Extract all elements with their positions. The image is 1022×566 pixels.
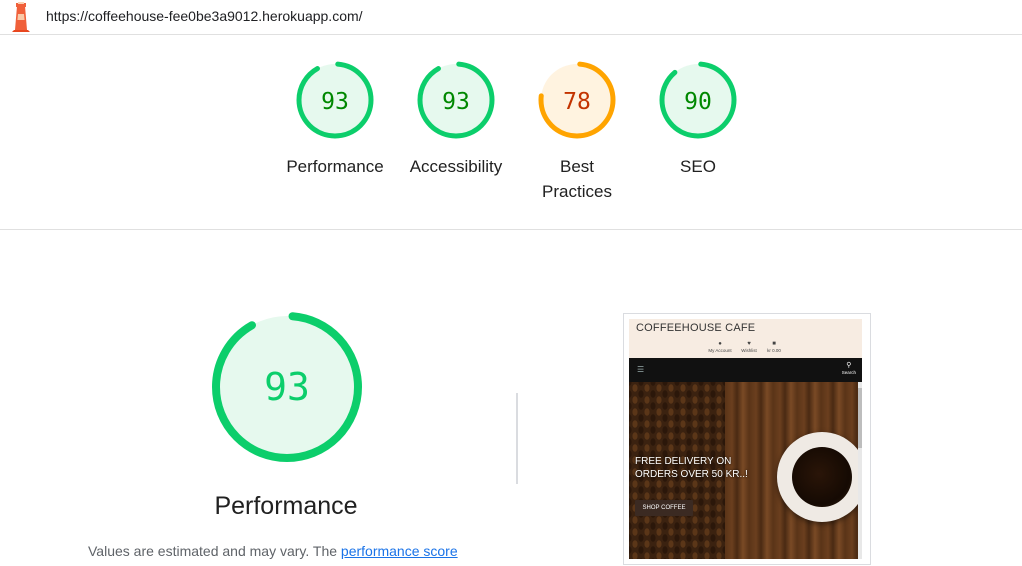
site-header: COFFEEHOUSE CAFE ● My Account ♥ Wishlist… [629, 319, 862, 358]
performance-score: 93 [264, 365, 310, 409]
gauge-label: Performance [286, 157, 384, 176]
shop-coffee-button: SHOP COFFEE [635, 500, 693, 516]
site-hero: FREE DELIVERY ON ORDERS OVER 50 KR..! SH… [629, 382, 862, 559]
gauge-label: Accessibility [409, 157, 503, 176]
bag-icon: ■ [772, 341, 776, 347]
gauge-label: Best Practices [542, 157, 612, 201]
vertical-separator [516, 393, 518, 484]
gauge-ring: 93 [417, 61, 495, 139]
gauge-best-practices[interactable]: 78 Best Practices [522, 58, 632, 204]
search-link: ⚲ Search [841, 362, 856, 375]
gauge-accessibility[interactable]: 93 Accessibility [401, 58, 511, 179]
search-icon: ⚲ [846, 362, 852, 369]
gauge-score: 78 [563, 89, 591, 115]
site-nav: ☰ ⚲ Search [629, 358, 862, 382]
site-name: COFFEEHOUSE CAFE [636, 322, 756, 334]
heart-icon: ♥ [747, 341, 751, 347]
gauge-ring: 90 [659, 61, 737, 139]
scrollbar [858, 382, 862, 559]
gauge-ring: 78 [538, 61, 616, 139]
lighthouse-icon [12, 2, 30, 32]
menu-icon: ☰ [637, 365, 645, 374]
user-icon: ● [718, 341, 722, 347]
section-divider [0, 229, 1022, 230]
page-url[interactable]: https://coffeehouse-fee0be3a9012.herokua… [46, 8, 363, 24]
account-link: ● My Account [705, 341, 735, 353]
final-screenshot: COFFEEHOUSE CAFE ● My Account ♥ Wishlist… [623, 313, 871, 565]
gauge-score: 93 [442, 89, 470, 115]
gauge-label: SEO [680, 157, 716, 176]
hero-text: FREE DELIVERY ON ORDERS OVER 50 KR..! [635, 456, 748, 480]
performance-gauge-large: 93 [212, 312, 362, 462]
gauge-score: 90 [684, 89, 712, 115]
gauge-ring: 93 [296, 61, 374, 139]
wishlist-link: ♥ Wishlist [736, 341, 762, 353]
performance-score-link[interactable]: performance score [341, 543, 458, 559]
gauge-score: 93 [321, 89, 349, 115]
site-preview: COFFEEHOUSE CAFE ● My Account ♥ Wishlist… [629, 319, 862, 559]
gauge-performance[interactable]: 93 Performance [280, 58, 390, 179]
bag-link: ■ kr 0.00 [762, 341, 786, 353]
performance-title: Performance [214, 492, 358, 520]
performance-description: Values are estimated and may vary. The p… [88, 543, 458, 559]
site-header-icons: ● My Account ♥ Wishlist ■ kr 0.00 [705, 341, 795, 357]
score-gauges: 93 Performance 93 Accessibility 78 Best P… [0, 58, 1022, 208]
gauge-seo[interactable]: 90 SEO [643, 58, 753, 179]
coffee-cup-image [777, 432, 862, 522]
url-bar: https://coffeehouse-fee0be3a9012.herokua… [0, 0, 1022, 35]
